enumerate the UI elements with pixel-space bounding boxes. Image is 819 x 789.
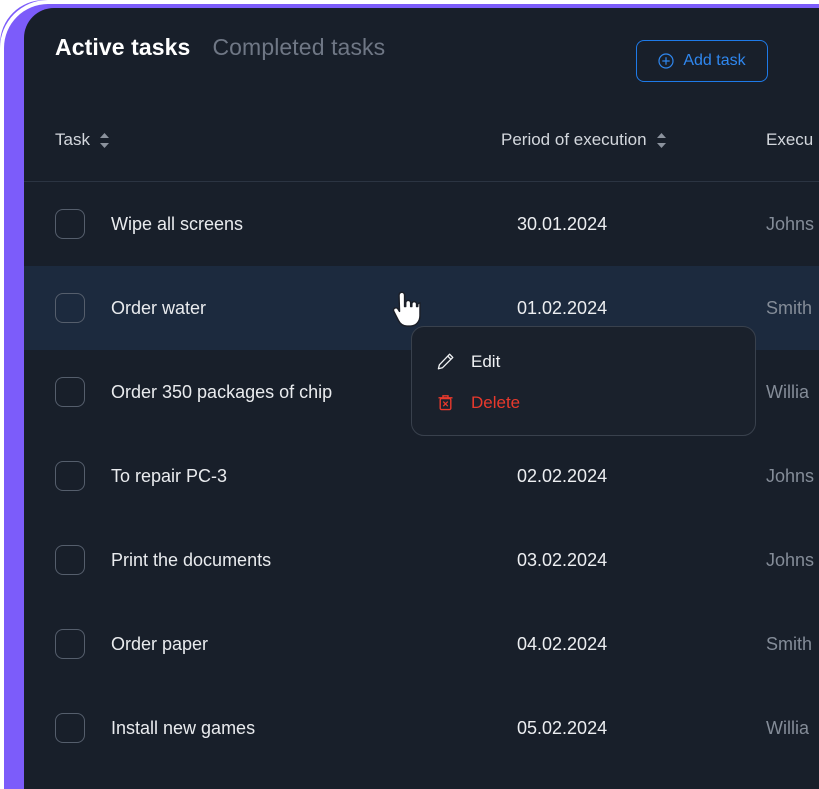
task-row[interactable]: To repair PC-3 02.02.2024 Johns [24, 434, 819, 518]
task-checkbox[interactable] [55, 377, 85, 407]
pencil-icon [436, 352, 455, 371]
sort-arrows-icon[interactable] [656, 132, 667, 149]
context-menu-item-edit[interactable]: Edit [412, 341, 755, 382]
task-period: 01.02.2024 [517, 297, 608, 318]
task-row[interactable]: Print the documents 03.02.2024 Johns [24, 518, 819, 602]
task-period: 05.02.2024 [517, 717, 608, 738]
context-menu-delete-label: Delete [471, 392, 521, 412]
column-header-task[interactable]: Task [55, 130, 110, 150]
task-checkbox[interactable] [55, 545, 85, 575]
task-name: Order paper [111, 633, 209, 654]
task-period: 02.02.2024 [517, 465, 608, 486]
column-header-executor[interactable]: Execu [766, 130, 813, 150]
task-name: Order 350 packages of chip [111, 381, 333, 402]
card-header: Active tasks Completed tasks Add task [24, 8, 819, 108]
task-checkbox[interactable] [55, 461, 85, 491]
column-header-period-label: Period of execution [501, 130, 647, 149]
task-row[interactable]: Install new games 05.02.2024 Willia [24, 686, 819, 770]
task-executor: Johns [766, 549, 815, 570]
sort-arrows-icon[interactable] [99, 132, 110, 149]
row-context-menu[interactable]: Edit Delete [411, 326, 756, 436]
table-column-header: Task Period of execution Execu [24, 108, 819, 182]
task-executor: Willia [766, 717, 809, 738]
task-name: Wipe all screens [111, 213, 244, 234]
task-row[interactable]: Wipe all screens 30.01.2024 Johns [24, 182, 819, 266]
column-header-task-label: Task [55, 130, 90, 149]
task-name: Install new games [111, 717, 256, 738]
task-executor: Willia [766, 381, 809, 402]
task-period: 04.02.2024 [517, 633, 608, 654]
task-list: Wipe all screens 30.01.2024 Johns Order wat… [24, 182, 819, 770]
task-executor: Johns [766, 213, 815, 234]
task-row[interactable]: Order paper 04.02.2024 Smith [24, 602, 819, 686]
task-manager-card: Active tasks Completed tasks Add task Ta… [24, 8, 819, 789]
task-checkbox[interactable] [55, 713, 85, 743]
add-task-label: Add task [683, 52, 746, 69]
task-checkbox[interactable] [55, 293, 85, 323]
task-name: Print the documents [111, 549, 272, 570]
task-name: Order water [111, 297, 207, 318]
task-executor: Smith [766, 297, 813, 318]
tab-completed-tasks[interactable]: Completed tasks [212, 34, 385, 61]
tab-bar: Active tasks Completed tasks [55, 34, 385, 61]
task-executor: Johns [766, 465, 815, 486]
context-menu-edit-label: Edit [471, 351, 501, 371]
trash-x-icon [436, 393, 455, 412]
plus-circle-icon [658, 53, 674, 69]
column-header-period[interactable]: Period of execution [501, 130, 667, 150]
app-purple-frame: Active tasks Completed tasks Add task Ta… [0, 0, 819, 789]
column-header-executor-label: Execu [766, 130, 814, 149]
task-name: To repair PC-3 [111, 465, 228, 486]
context-menu-item-delete[interactable]: Delete [412, 382, 755, 423]
task-checkbox[interactable] [55, 209, 85, 239]
task-checkbox[interactable] [55, 629, 85, 659]
tab-active-tasks[interactable]: Active tasks [55, 34, 190, 61]
add-task-button[interactable]: Add task [636, 40, 768, 82]
task-period: 30.01.2024 [517, 213, 608, 234]
task-executor: Smith [766, 633, 813, 654]
task-period: 03.02.2024 [517, 549, 608, 570]
